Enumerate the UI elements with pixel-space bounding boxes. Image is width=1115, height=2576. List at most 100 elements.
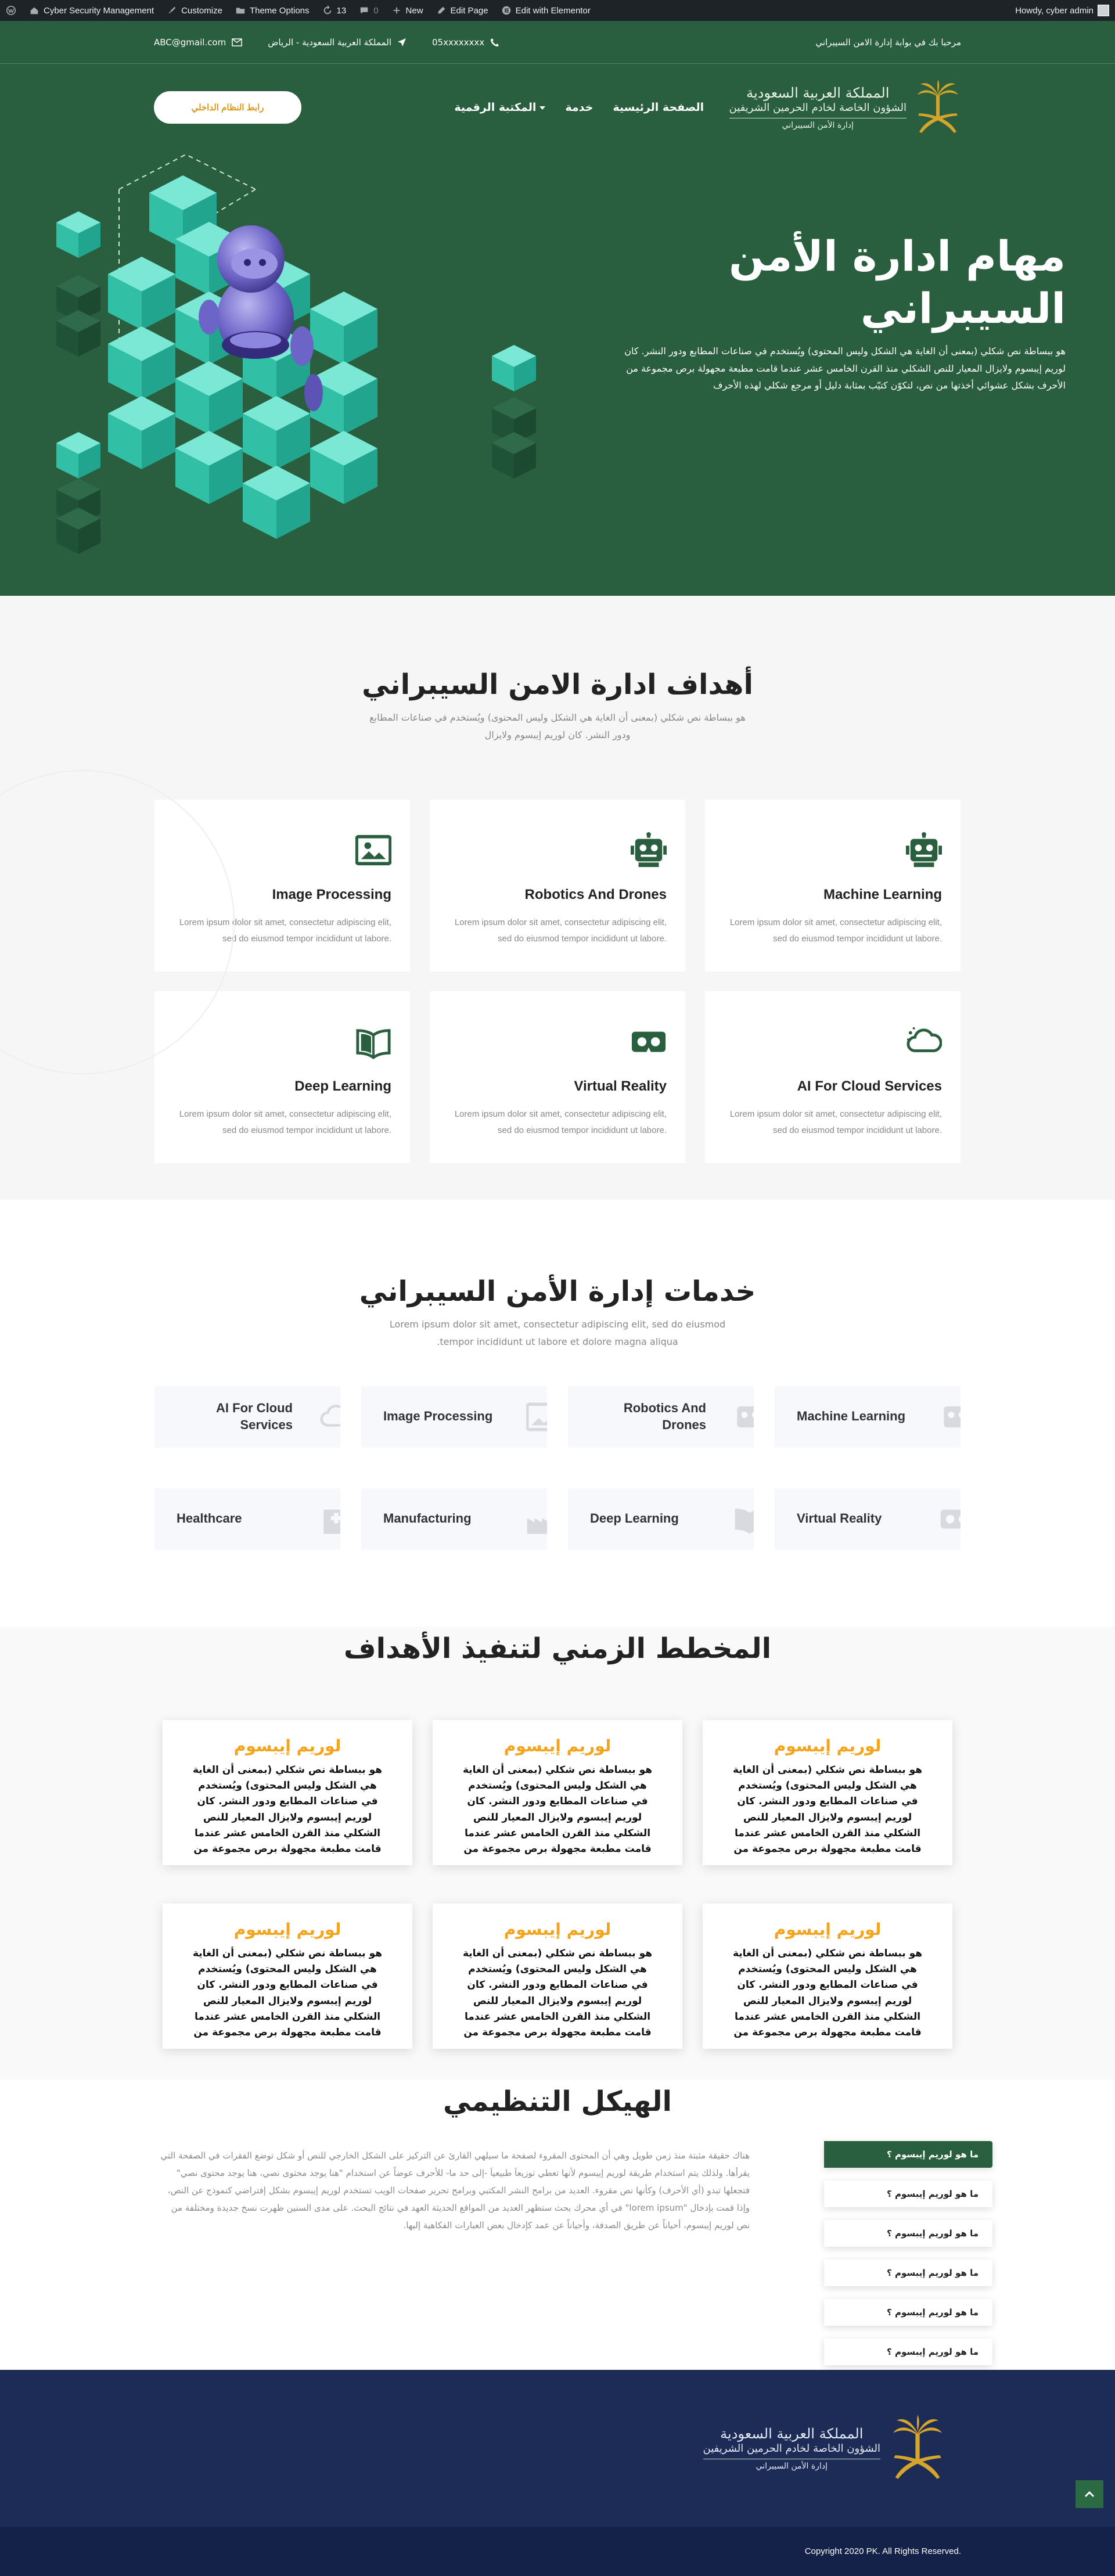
admin-bar-updates[interactable]: 13 xyxy=(322,5,346,16)
contact-info: ABC@gmail.com المملكة العربية السعودية -… xyxy=(154,37,499,48)
goal-card[interactable]: Image Processing Lorem ipsum dolor sit a… xyxy=(154,799,410,972)
org-tab[interactable]: ما هو لوريم إيبسوم ؟ xyxy=(824,2220,992,2247)
hero-title: مهام ادارة الأمن السيبراني xyxy=(729,232,1066,333)
services-subtitle: Lorem ipsum dolor sit amet, consectetur … xyxy=(389,1319,726,1348)
services-section: خدمات إدارة الأمن السيبراني Lorem ipsum … xyxy=(0,1200,1115,1627)
goal-card[interactable]: Machine Learning Lorem ipsum dolor sit a… xyxy=(705,799,961,972)
timeline-grid: لوريم إيبسوم هو ببساطة نص شكلي (بمعنى أن… xyxy=(163,1720,952,2049)
vr-headset-icon xyxy=(631,1031,666,1052)
goals-title: أهداف ادارة الامن السيبراني xyxy=(362,668,753,701)
location-contact: المملكة العربية السعودية - الرياض xyxy=(268,37,407,48)
admin-bar-theme-options[interactable]: Theme Options xyxy=(235,5,310,16)
hero-text-block: مهام ادارة الأمن السيبراني هو ببساطة نص … xyxy=(624,230,1066,394)
internal-system-button[interactable]: رابط النظام الداخلي xyxy=(154,91,301,124)
org-tab-active[interactable]: ما هو لوريم إيبسوم ؟ xyxy=(824,2141,992,2168)
timeline-card: لوريم إيبسوم هو ببساطة نص شكلي (بمعنى أن… xyxy=(163,1720,412,1865)
goal-card[interactable]: AI For Cloud Services Lorem ipsum dolor … xyxy=(705,991,961,1163)
site-footer: المملكة العربية السعودية الشؤون الخاصة ل… xyxy=(0,2370,1115,2527)
service-item[interactable]: Healthcare xyxy=(154,1488,340,1550)
service-item[interactable]: AI For Cloud Services xyxy=(154,1386,340,1448)
folder-icon xyxy=(236,8,245,14)
org-tabs: ما هو لوريم إيبسوم ؟ ما هو لوريم إيبسوم … xyxy=(824,2141,992,2365)
org-structure-section: الهيكل التنظيمي ما هو لوريم إيبسوم ؟ ما … xyxy=(0,2079,1115,2370)
services-grid: Machine Learning Robotics And Drones Ima… xyxy=(154,1386,961,1550)
org-tab[interactable]: ما هو لوريم إيبسوم ؟ xyxy=(824,2260,992,2286)
timeline-card: لوريم إيبسوم هو ببساطة نص شكلي (بمعنى أن… xyxy=(433,1904,682,2049)
chevron-up-icon xyxy=(1084,2491,1095,2498)
logo-text: المملكة العربية السعودية الشؤون الخاصة ل… xyxy=(729,84,907,130)
goals-cards: Machine Learning Lorem ipsum dolor sit a… xyxy=(154,799,961,1163)
nav-home[interactable]: الصفحة الرئيسية xyxy=(613,101,704,114)
admin-bar-customize[interactable]: Customize xyxy=(167,5,222,16)
footer-logo[interactable]: المملكة العربية السعودية الشؤون الخاصة ل… xyxy=(703,2413,947,2483)
pencil-icon xyxy=(438,6,445,14)
copyright-text: Copyright 2020 PK. All Rights Reserved. xyxy=(804,2546,961,2556)
admin-bar-site-name[interactable]: Cyber Security Management xyxy=(29,5,154,16)
palm-swords-emblem-icon xyxy=(893,2415,942,2479)
book-icon xyxy=(356,1028,391,1059)
email-contact[interactable]: ABC@gmail.com xyxy=(154,37,242,48)
cloud-icon xyxy=(907,1027,943,1052)
contact-topbar: ABC@gmail.com المملكة العربية السعودية -… xyxy=(0,21,1115,64)
hospital-icon xyxy=(323,1509,340,1534)
image-icon xyxy=(355,834,392,865)
wordpress-logo-icon[interactable] xyxy=(6,5,16,16)
services-title: خدمات إدارة الأمن السيبراني xyxy=(359,1275,756,1308)
main-nav: الصفحة الرئيسية خدمة المكتبة الرقمية xyxy=(454,101,704,114)
refresh-icon xyxy=(323,5,331,15)
robot-icon xyxy=(944,1406,961,1427)
palm-swords-emblem-icon xyxy=(918,80,958,133)
service-item[interactable]: Virtual Reality xyxy=(775,1488,961,1550)
scroll-to-top-button[interactable] xyxy=(1076,2480,1103,2508)
goal-card[interactable]: Robotics And Drones Lorem ipsum dolor si… xyxy=(430,799,685,972)
org-title: الهيكل التنظيمي xyxy=(443,2085,672,2118)
service-item[interactable]: Manufacturing xyxy=(361,1488,547,1550)
admin-bar-edit-elementor[interactable]: Edit with Elementor xyxy=(501,5,591,16)
org-tab[interactable]: ما هو لوريم إيبسوم ؟ xyxy=(824,2299,992,2326)
timeline-title: المخطط الزمني لتنفيذ الأهداف xyxy=(343,1632,772,1665)
admin-bar-account[interactable]: Howdy, cyber admin xyxy=(1015,5,1109,16)
org-description: هناك حقيقة مثبتة منذ زمن طويل وهي أن الم… xyxy=(160,2150,750,2230)
vr-headset-icon xyxy=(940,1509,961,1529)
goal-card[interactable]: Virtual Reality Lorem ipsum dolor sit am… xyxy=(430,991,685,1163)
envelope-icon xyxy=(232,38,242,46)
robot-icon xyxy=(737,1406,754,1427)
nav-digital-library[interactable]: المكتبة الرقمية xyxy=(454,101,545,114)
nav-service[interactable]: خدمة xyxy=(565,101,593,114)
org-content: ما هو لوريم إيبسوم ؟ ما هو لوريم إيبسوم … xyxy=(157,2141,992,2365)
brush-icon xyxy=(168,6,176,14)
goal-card[interactable]: Deep Learning Lorem ipsum dolor sit amet… xyxy=(154,991,410,1163)
footer-logo-text: المملكة العربية السعودية الشؤون الخاصة ل… xyxy=(703,2425,880,2471)
phone-icon xyxy=(491,38,499,46)
location-arrow-icon xyxy=(397,38,406,46)
phone-contact[interactable]: 05xxxxxxxx xyxy=(432,37,499,48)
book-icon xyxy=(735,1508,754,1534)
robot-icon xyxy=(906,832,942,867)
service-item[interactable]: Machine Learning xyxy=(775,1386,961,1448)
admin-bar-new[interactable]: New xyxy=(391,5,423,16)
admin-bar-edit-page[interactable]: Edit Page xyxy=(436,5,488,16)
robot-cubes-illustration xyxy=(56,153,536,554)
timeline-card: لوريم إيبسوم هو ببساطة نص شكلي (بمعنى أن… xyxy=(433,1720,682,1865)
elementor-icon xyxy=(502,6,510,15)
service-item[interactable]: Image Processing xyxy=(361,1386,547,1448)
goals-subtitle: هو ببساطة نص شكلي (بمعنى أن الغاية هي ال… xyxy=(369,712,746,741)
avatar xyxy=(1098,5,1109,16)
hero-section: ABC@gmail.com المملكة العربية السعودية -… xyxy=(0,21,1115,596)
plus-icon xyxy=(393,7,400,14)
factory-icon xyxy=(527,1517,547,1534)
timeline-card: لوريم إيبسوم هو ببساطة نص شكلي (بمعنى أن… xyxy=(703,1720,952,1865)
service-item[interactable]: Deep Learning xyxy=(568,1488,754,1550)
cloud-icon xyxy=(320,1404,340,1427)
site-logo[interactable]: المملكة العربية السعودية الشؤون الخاصة ل… xyxy=(729,78,961,136)
timeline-card: لوريم إيبسوم هو ببساطة نص شكلي (بمعنى أن… xyxy=(163,1904,412,2049)
welcome-text: مرحبا بك في بوابة إدارة الامن السيبراني xyxy=(815,37,961,48)
home-icon xyxy=(30,7,38,15)
service-item[interactable]: Robotics And Drones xyxy=(568,1386,754,1448)
org-tab[interactable]: ما هو لوريم إيبسوم ؟ xyxy=(824,2338,992,2365)
timeline-card: لوريم إيبسوم هو ببساطة نص شكلي (بمعنى أن… xyxy=(703,1904,952,2049)
wp-admin-bar: Cyber Security Management Customize Them… xyxy=(0,0,1115,21)
admin-bar-comments[interactable]: 0 xyxy=(359,5,379,16)
org-tab[interactable]: ما هو لوريم إيبسوم ؟ xyxy=(824,2181,992,2207)
robot-icon xyxy=(631,832,667,867)
